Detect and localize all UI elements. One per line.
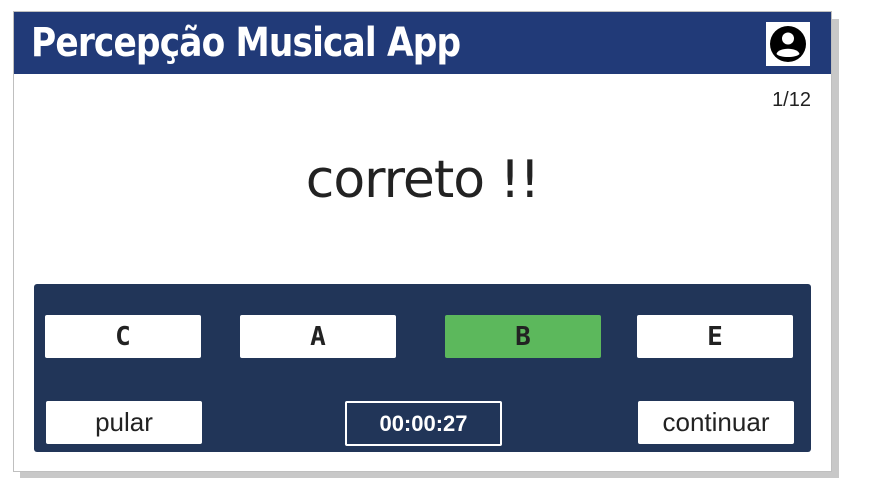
feedback-message: correto !! — [305, 150, 541, 210]
app-window: Percepção Musical App 1/12 correto !! C … — [13, 11, 832, 472]
skip-button[interactable]: pular — [46, 401, 202, 444]
user-circle-icon — [770, 26, 806, 62]
option-button-c[interactable]: C — [45, 315, 201, 358]
answer-panel: C A B E pular 00:00:27 continuar — [34, 284, 811, 452]
option-button-a[interactable]: A — [240, 315, 396, 358]
profile-button[interactable] — [766, 22, 810, 66]
timer-display: 00:00:27 — [345, 401, 502, 446]
option-button-e[interactable]: E — [637, 315, 793, 358]
continue-button[interactable]: continuar — [638, 401, 794, 444]
question-counter: 1/12 — [772, 89, 811, 111]
app-header: Percepção Musical App — [14, 12, 831, 74]
app-title: Percepção Musical App — [31, 20, 461, 66]
option-button-b[interactable]: B — [445, 315, 601, 358]
